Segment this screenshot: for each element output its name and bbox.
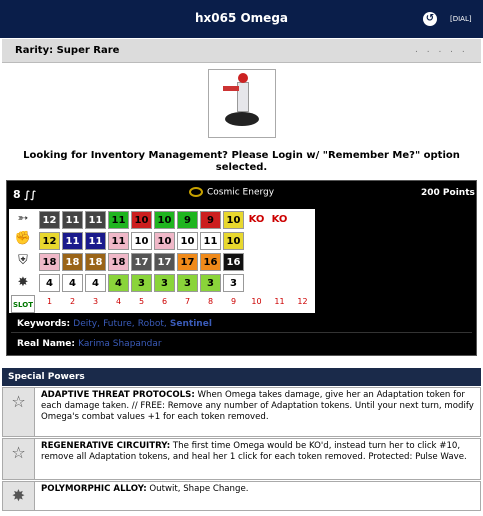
rarity-bar: Rarity: Super Rare . . . . . (2, 39, 481, 63)
defense-value: 17 (154, 253, 175, 271)
speed-value: 10 (154, 211, 175, 229)
defense-value: 16 (200, 253, 221, 271)
attack-value: 12 (39, 232, 60, 250)
attack-value: 10 (154, 232, 175, 250)
defense-icon: ⛨ (18, 253, 28, 268)
slot-number: 10 (251, 297, 262, 306)
star-icon: ☆ (3, 388, 35, 436)
attack-value: 11 (108, 232, 129, 250)
dial-link[interactable]: [DIAL] (450, 15, 472, 23)
speed-icon: ➳ (17, 211, 29, 226)
figure-arm (223, 86, 239, 91)
back-icon[interactable]: ↺ (423, 12, 437, 26)
defense-value: 18 (39, 253, 60, 271)
rarity-label: Rarity: Super Rare (15, 45, 120, 56)
damage-value: 3 (131, 274, 152, 292)
speed-value: 10 (223, 211, 244, 229)
speed-value: 12 (39, 211, 60, 229)
slot-label: SLOT (11, 295, 35, 313)
keyword-sentinel[interactable]: Sentinel (170, 319, 212, 329)
speed-value: 11 (85, 211, 106, 229)
figure-head (238, 73, 248, 83)
figure-image[interactable] (208, 69, 276, 138)
real-name-row: Real Name: Karima Shapandar (11, 335, 472, 353)
defense-value: 18 (62, 253, 83, 271)
slot-number: 8 (207, 297, 214, 306)
slot-number: 3 (92, 297, 99, 306)
keyword-deity[interactable]: Deity (73, 319, 97, 329)
damage-value: 3 (200, 274, 221, 292)
power-adaptive-threat: ☆ ADAPTIVE THREAT PROTOCOLS: When Omega … (2, 387, 481, 437)
cosmic-energy-icon (189, 187, 203, 197)
figure-base (225, 112, 259, 126)
damage-value: 3 (154, 274, 175, 292)
keywords-row: Keywords: Deity, Future, Robot, Sentinel (11, 315, 472, 333)
title-bar: hx065 Omega ↺ [DIAL] (0, 0, 483, 38)
attack-icon: ✊ (14, 231, 32, 246)
power-name: REGENERATIVE CIRCUITRY: (41, 441, 171, 451)
damage-value: 3 (177, 274, 198, 292)
star-icon: ☆ (3, 439, 35, 479)
speed-value: 11 (108, 211, 129, 229)
attack-value: 11 (200, 232, 221, 250)
power-text: Outwit, Shape Change. (146, 484, 249, 494)
slot-number: 6 (161, 297, 168, 306)
team-ability[interactable]: Cosmic Energy (189, 187, 274, 198)
stat-icons: ➳ ✊ ⛨ ✸ SLOT (9, 209, 37, 313)
dial-header: 8 ∫∫ Cosmic Energy 200 Points (7, 181, 476, 209)
ko-marker: KO (271, 214, 288, 225)
point-value: 200 Points (421, 188, 475, 198)
login-notice: Looking for Inventory Management? Please… (23, 150, 460, 173)
keyword-robot[interactable]: Robot (138, 319, 164, 329)
keywords-label: Keywords: (17, 319, 71, 329)
damage-value: 4 (108, 274, 129, 292)
slot-number: 2 (69, 297, 76, 306)
defense-value: 18 (108, 253, 129, 271)
combat-dial: 8 ∫∫ Cosmic Energy 200 Points ➳ ✊ ⛨ ✸ SL… (6, 180, 477, 356)
slot-number: 11 (274, 297, 285, 306)
power-polymorphic-alloy: ✸ POLYMORPHIC ALLOY: Outwit, Shape Chang… (2, 481, 481, 511)
speed-value: 9 (177, 211, 198, 229)
keyword-future[interactable]: Future (103, 319, 132, 329)
attack-value: 11 (85, 232, 106, 250)
speed-value: 10 (131, 211, 152, 229)
defense-value: 16 (223, 253, 244, 271)
real-name-label: Real Name: (17, 339, 76, 349)
power-name: POLYMORPHIC ALLOY: (41, 484, 147, 494)
damage-value: 3 (223, 274, 244, 292)
slot-number: 9 (230, 297, 237, 306)
attack-value: 10 (223, 232, 244, 250)
point-symbol: 8 ∫∫ (13, 188, 37, 201)
ko-marker: KO (248, 214, 265, 225)
attack-value: 10 (177, 232, 198, 250)
attack-value: 11 (62, 232, 83, 250)
power-regenerative-circuitry: ☆ REGENERATIVE CIRCUITRY: The first time… (2, 438, 481, 480)
damage-icon: ✸ (17, 275, 29, 290)
burst-icon: ✸ (3, 482, 35, 510)
defense-value: 18 (85, 253, 106, 271)
special-powers-heading: Special Powers (2, 368, 481, 386)
defense-value: 17 (177, 253, 198, 271)
rarity-dots: . . . . . (415, 45, 468, 55)
slot-number: 5 (138, 297, 145, 306)
slot-number: 12 (297, 297, 308, 306)
damage-value: 4 (85, 274, 106, 292)
page-title: hx065 Omega (194, 11, 289, 25)
dial-grid: ➳ ✊ ⛨ ✸ SLOT 12 11 11 11 10 10 9 9 10 KO KO 12 11 11 1… (9, 209, 315, 313)
real-name-value[interactable]: Karima Shapandar (78, 339, 161, 349)
attack-value: 10 (131, 232, 152, 250)
slot-number: 7 (184, 297, 191, 306)
power-name: ADAPTIVE THREAT PROTOCOLS: (41, 390, 195, 400)
slot-number: 1 (46, 297, 53, 306)
slot-number: 4 (115, 297, 122, 306)
speed-value: 11 (62, 211, 83, 229)
damage-value: 4 (39, 274, 60, 292)
speed-value: 9 (200, 211, 221, 229)
defense-value: 17 (131, 253, 152, 271)
damage-value: 4 (62, 274, 83, 292)
